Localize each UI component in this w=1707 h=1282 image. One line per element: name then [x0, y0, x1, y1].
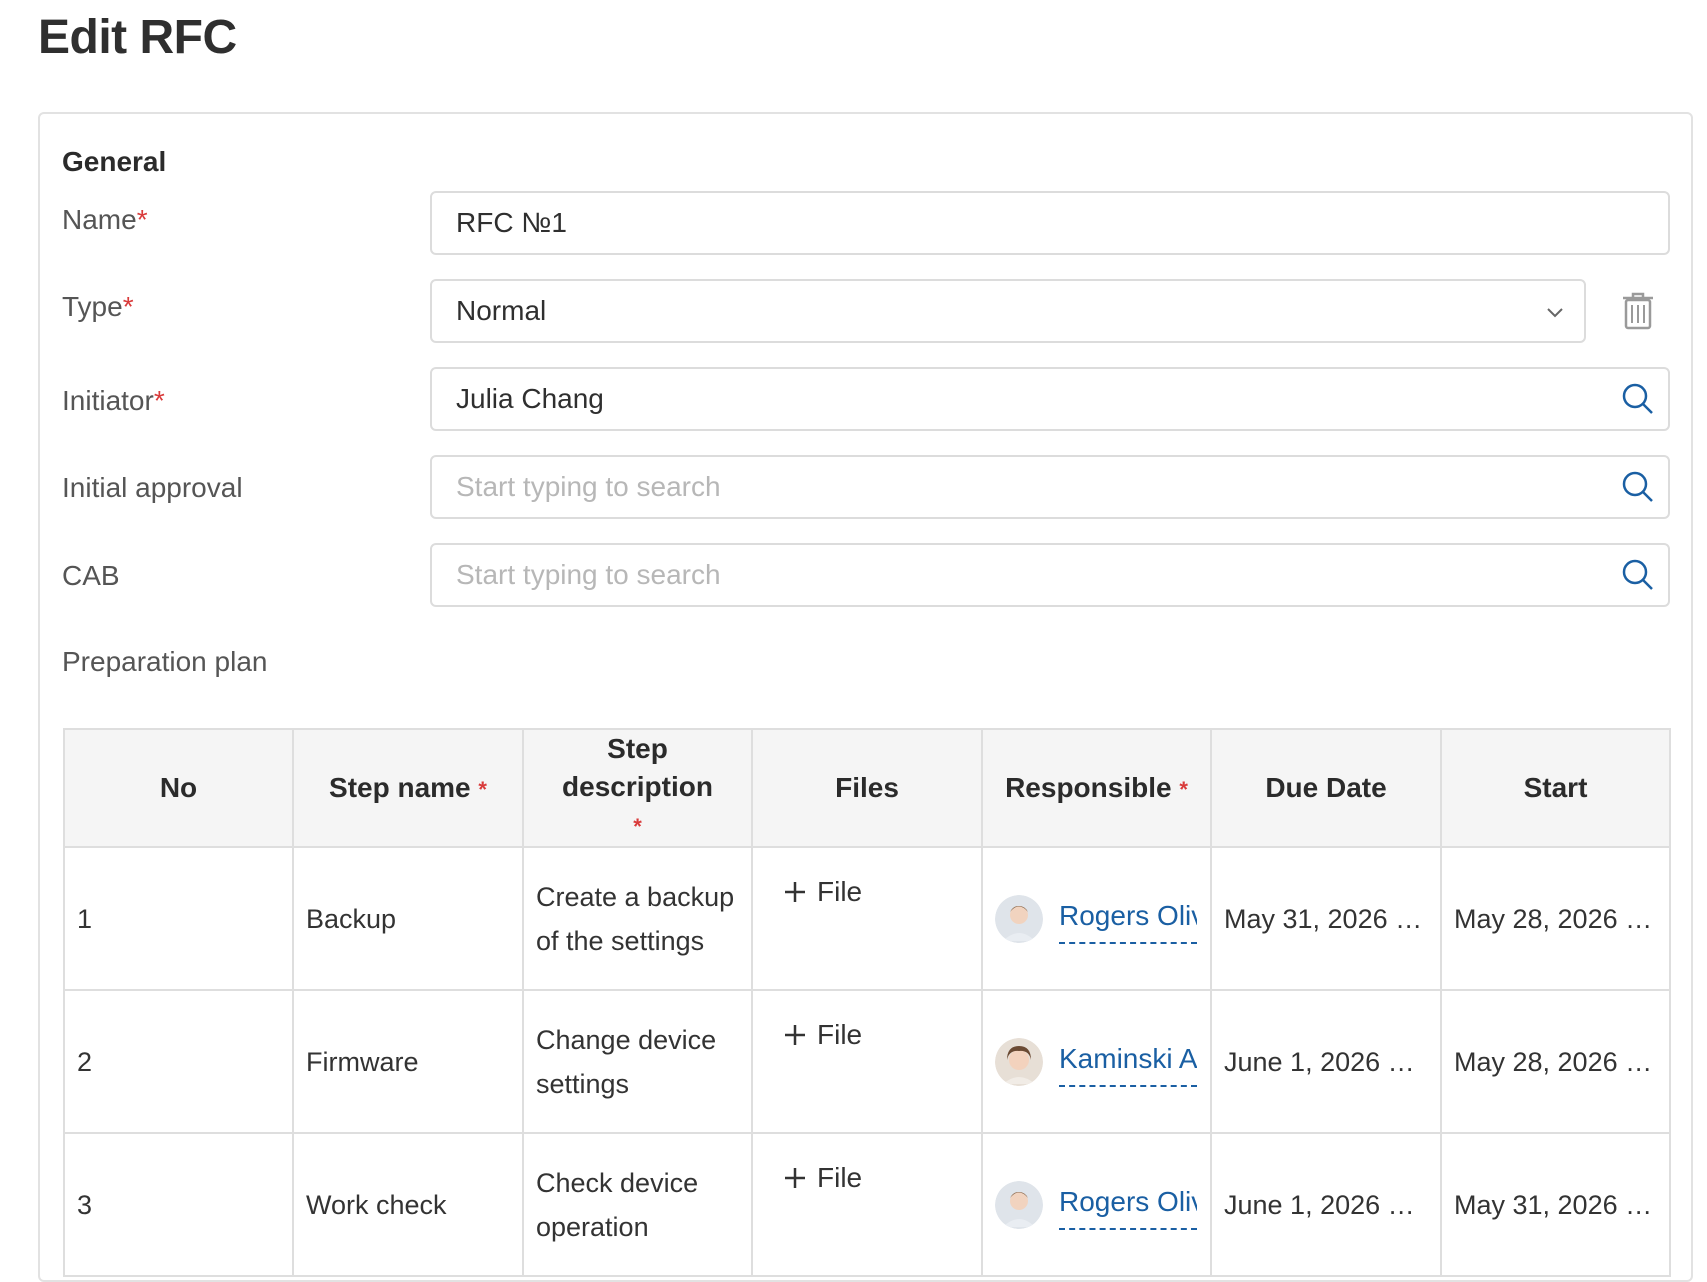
column-header-responsible: Responsible *	[981, 728, 1212, 848]
avatar	[995, 894, 1043, 943]
table-header-row: No Step name * Step description * Files R…	[63, 728, 1671, 848]
cab-search-button[interactable]	[1620, 557, 1656, 593]
avatar	[995, 1180, 1043, 1229]
column-header-due-date: Due Date	[1210, 728, 1442, 848]
cell-files: File	[751, 846, 983, 991]
cell-responsible: Rogers Oliv	[981, 1132, 1212, 1277]
page-title: Edit RFC	[38, 11, 237, 64]
preparation-plan-label: Preparation plan	[62, 646, 268, 677]
cell-start: May 31, 2026 1...	[1440, 1132, 1671, 1277]
type-select[interactable]: Normal	[430, 279, 1586, 343]
search-icon	[1622, 471, 1653, 502]
plus-icon	[785, 1025, 805, 1045]
column-header-step-description: Step description *	[522, 728, 753, 848]
cab-input[interactable]: Start typing to search	[430, 543, 1670, 607]
initiator-search-button[interactable]	[1620, 381, 1656, 417]
cell-due-date: June 1, 2026 12...	[1210, 1132, 1442, 1277]
cell-responsible: Rogers Oliv	[981, 846, 1212, 991]
initial-approval-label: Initial approval	[62, 472, 243, 503]
required-marker: *	[136, 204, 148, 235]
column-header-start: Start	[1440, 728, 1671, 848]
search-icon	[1622, 559, 1653, 590]
cell-step-description: Create a backup of the settings	[522, 846, 753, 991]
initial-approval-input[interactable]: Start typing to search	[430, 455, 1670, 519]
cell-step-name: Firmware	[292, 989, 524, 1134]
cell-due-date: May 31, 2026 1...	[1210, 846, 1442, 991]
search-icon	[1622, 383, 1653, 414]
column-header-files: Files	[751, 728, 983, 848]
initiator-input[interactable]: Julia Chang	[430, 367, 1670, 431]
avatar	[995, 1037, 1043, 1086]
required-marker: *	[153, 385, 165, 416]
plus-icon	[785, 882, 805, 902]
chevron-down-icon	[1547, 308, 1563, 318]
add-file-button[interactable]: File	[783, 1156, 862, 1200]
cell-no: 3	[63, 1132, 294, 1277]
responsible-link[interactable]: Rogers Oliv	[1059, 894, 1197, 944]
cell-start: May 28, 2026 1...	[1440, 989, 1671, 1134]
cell-start: May 28, 2026 1...	[1440, 846, 1671, 991]
name-label: Name*	[62, 204, 148, 235]
table-row[interactable]: 2 Firmware Change device settings File K…	[63, 989, 1671, 1134]
type-label: Type*	[62, 291, 134, 322]
name-input[interactable]: RFC №1	[430, 191, 1670, 255]
cell-responsible: Kaminski A	[981, 989, 1212, 1134]
cell-files: File	[751, 989, 983, 1134]
add-file-button[interactable]: File	[783, 1013, 862, 1057]
cell-step-name: Work check	[292, 1132, 524, 1277]
cell-no: 1	[63, 846, 294, 991]
preparation-plan-table: No Step name * Step description * Files R…	[63, 728, 1671, 1277]
responsible-link[interactable]: Kaminski A	[1059, 1037, 1197, 1087]
column-header-no: No	[63, 728, 294, 848]
table-row[interactable]: 1 Backup Create a backup of the settings…	[63, 846, 1671, 991]
column-header-step-name: Step name *	[292, 728, 524, 848]
table-row[interactable]: 3 Work check Check device operation File…	[63, 1132, 1671, 1277]
cell-step-name: Backup	[292, 846, 524, 991]
responsible-link[interactable]: Rogers Oliv	[1059, 1180, 1197, 1230]
section-title-general: General	[62, 146, 167, 177]
initiator-label: Initiator*	[62, 385, 165, 416]
cell-files: File	[751, 1132, 983, 1277]
add-file-button[interactable]: File	[783, 870, 862, 914]
cell-step-description: Change device settings	[522, 989, 753, 1134]
cell-no: 2	[63, 989, 294, 1134]
plus-icon	[785, 1168, 805, 1188]
cab-label: CAB	[62, 560, 120, 591]
initial-approval-search-button[interactable]	[1620, 469, 1656, 505]
cell-step-description: Check device operation	[522, 1132, 753, 1277]
required-marker: *	[122, 291, 134, 322]
cell-due-date: June 1, 2026 12...	[1210, 989, 1442, 1134]
trash-icon[interactable]	[1620, 291, 1656, 331]
